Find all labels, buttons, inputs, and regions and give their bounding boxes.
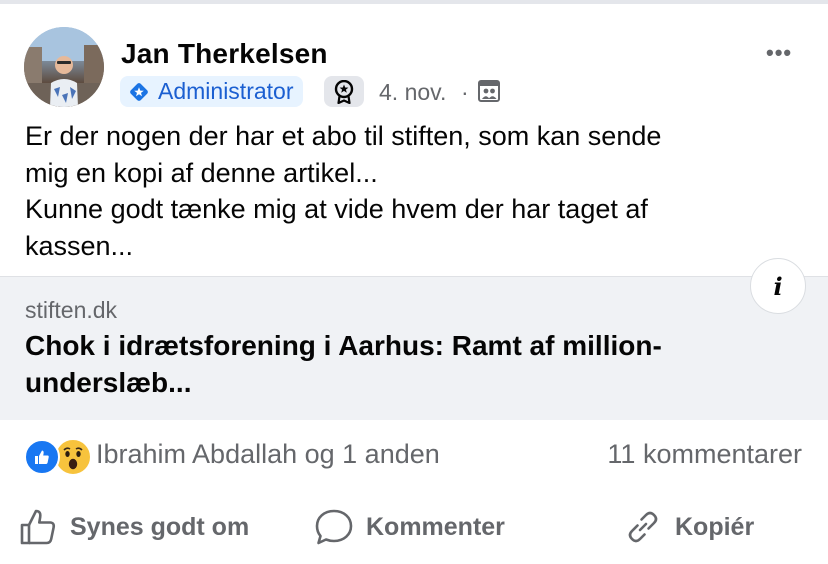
thumbs-up-outline-icon — [20, 509, 56, 545]
award-badge-icon — [334, 79, 354, 104]
like-button-label: Synes godt om — [70, 512, 250, 541]
post-body-line: Er der nogen der har et abo til stiften,… — [25, 121, 662, 151]
post-body-line: mig en kopi af denne artikel... — [25, 157, 378, 188]
avatar-photo — [24, 27, 104, 107]
more-options-icon[interactable]: ••• — [766, 40, 792, 66]
group-audience-icon — [478, 80, 500, 102]
reaction-icons[interactable] — [24, 438, 92, 476]
comments-count[interactable]: 11 kommentarer — [607, 439, 802, 470]
info-icon[interactable]: i — [750, 258, 806, 314]
link-domain: stiften.dk — [25, 297, 118, 323]
thumbs-up-icon — [35, 450, 49, 464]
post-body-line: Kunne godt tænke mig at vide hvem der ha… — [25, 194, 648, 224]
post-date[interactable]: 4. nov. — [379, 79, 446, 106]
author-name[interactable]: Jan Therkelsen — [121, 38, 328, 70]
admin-badge-label: Administrator — [158, 78, 294, 104]
link-chain-icon — [628, 511, 658, 543]
meta-separator: · — [461, 79, 469, 105]
link-title: Chok i idrætsforening i Aarhus: Ramt af … — [25, 330, 662, 398]
comment-button[interactable]: Kommenter — [314, 505, 505, 549]
copy-link-button[interactable]: Kopiér — [623, 505, 754, 549]
admin-badge[interactable]: Administrator — [120, 76, 304, 107]
comment-button-label: Kommenter — [366, 512, 505, 541]
top-divider — [0, 0, 828, 4]
post-body: Er der nogen der har et abo til stiften,… — [25, 118, 805, 264]
author-avatar[interactable] — [24, 27, 104, 107]
like-reaction-icon — [24, 439, 60, 475]
like-button[interactable]: Synes godt om — [18, 505, 249, 549]
comment-bubble-icon — [315, 509, 353, 545]
link-preview-card[interactable]: stiften.dk Chok i idrætsforening i Aarhu… — [0, 276, 828, 420]
post-card: Jan Therkelsen ••• Administrator 4. nov.… — [0, 0, 828, 564]
post-body-line: kassen... — [25, 230, 134, 261]
award-badge-button[interactable] — [324, 76, 364, 107]
admin-diamond-icon — [130, 82, 148, 101]
reactors-text[interactable]: Ibrahim Abdallah og 1 anden — [96, 439, 440, 470]
copy-link-label: Kopiér — [675, 512, 755, 541]
wow-face-icon — [63, 447, 83, 470]
